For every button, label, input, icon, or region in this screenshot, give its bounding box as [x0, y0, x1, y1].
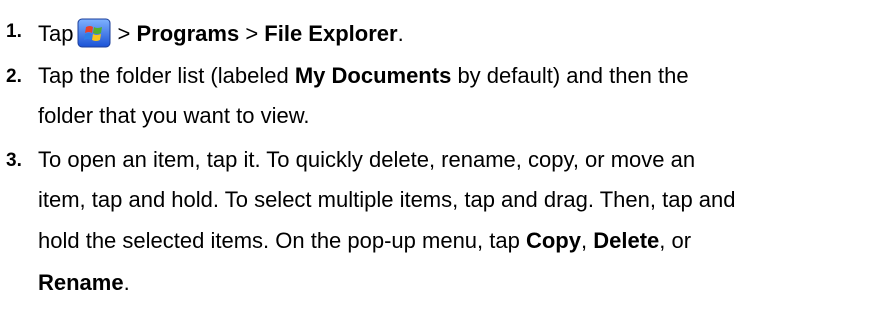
step-1-line: Tap > Programs > File Explorer. — [38, 18, 404, 48]
step-1-separator-1: > — [117, 21, 131, 46]
step-1-separator-2: > — [245, 21, 259, 46]
step-3-line-3: hold the selected items. On the pop-up m… — [38, 228, 691, 254]
step-3-line-3-pre: hold the selected items. On the pop-up m… — [38, 228, 520, 253]
step-1-period: . — [397, 21, 404, 46]
step-3-comma: , — [580, 228, 588, 253]
step-3-rename: Rename — [38, 270, 124, 295]
step-3-number: 3. — [6, 150, 22, 171]
step-2-line-1-pre: Tap the folder list (labeled — [38, 63, 289, 88]
step-3-line-3-post: , or — [659, 228, 692, 253]
step-3-delete: Delete — [593, 228, 660, 253]
step-3-copy: Copy — [525, 228, 581, 253]
step-2-line-1: Tap the folder list (labeled My Document… — [38, 63, 689, 89]
windows-start-icon — [77, 18, 111, 48]
step-2-line-1-post: by default) and then the — [457, 63, 689, 88]
step-3-line-1: To open an item, tap it. To quickly dele… — [38, 147, 696, 172]
step-1-number: 1. — [6, 21, 22, 42]
step-3-line-2: item, tap and hold. To select multiple i… — [38, 187, 736, 212]
step-2-number: 2. — [6, 66, 22, 87]
step-1-programs: Programs — [136, 21, 240, 46]
step-1-tap: Tap — [38, 21, 74, 46]
step-3-line-4: Rename. — [38, 270, 130, 296]
step-2-my-documents: My Documents — [294, 63, 452, 88]
step-1-file-explorer: File Explorer — [264, 21, 398, 46]
step-3-line-4-period: . — [123, 270, 130, 295]
step-2-line-2: folder that you want to view. — [38, 103, 310, 128]
